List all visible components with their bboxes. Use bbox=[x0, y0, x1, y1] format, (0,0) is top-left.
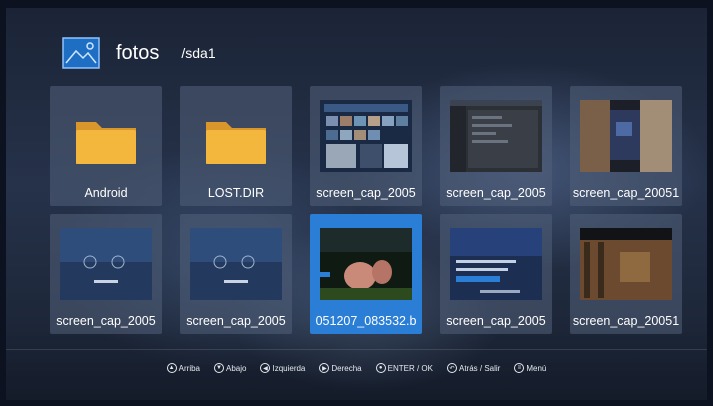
file-grid: Android LOST.DIR screen_cap_2005 screen_… bbox=[50, 86, 684, 339]
image-tile[interactable]: screen_cap_2005 bbox=[310, 86, 422, 206]
menu-icon: ≡ bbox=[514, 363, 525, 373]
photo-thumbnail bbox=[60, 228, 152, 300]
hint-label: Menú bbox=[526, 363, 547, 373]
hint-back: ↶ Atrás / Salir bbox=[446, 363, 501, 373]
photo-thumbnail bbox=[450, 100, 542, 172]
hint-down: ▼ Abajo bbox=[214, 363, 246, 373]
image-tile[interactable]: screen_cap_2005 bbox=[180, 214, 292, 334]
photo-thumbnail bbox=[580, 228, 672, 300]
tile-label: screen_cap_2005 bbox=[446, 314, 546, 328]
media-browser-screen: fotos /sda1 Android LOST.DIR screen_cap_… bbox=[6, 8, 707, 400]
hint-label: Izquierda bbox=[272, 363, 306, 373]
tile-label: Android bbox=[84, 186, 128, 200]
folder-tile-lost-dir[interactable]: LOST.DIR bbox=[180, 86, 292, 206]
image-tile[interactable]: screen_cap_2005 bbox=[50, 214, 162, 334]
hint-menu: ≡ Menú bbox=[514, 363, 546, 373]
folder-tile-android[interactable]: Android bbox=[50, 86, 162, 206]
current-path: /sda1 bbox=[181, 45, 216, 61]
hint-right: ▶ Derecha bbox=[319, 363, 362, 373]
hint-left: ◀ Izquierda bbox=[260, 363, 305, 373]
hint-label: Arriba bbox=[178, 363, 200, 373]
image-tile[interactable]: screen_cap_2005 bbox=[440, 86, 552, 206]
hint-label: Abajo bbox=[226, 363, 247, 373]
photo-thumbnail bbox=[190, 228, 282, 300]
image-tile-selected[interactable]: 051207_083532.b bbox=[310, 214, 422, 334]
tile-label: screen_cap_2005 bbox=[56, 314, 156, 328]
folder-icon bbox=[76, 122, 136, 164]
tile-label: screen_cap_20051 bbox=[572, 314, 680, 328]
right-arrow-icon: ▶ bbox=[319, 363, 330, 373]
image-tile[interactable]: screen_cap_20051 bbox=[570, 214, 682, 334]
up-arrow-icon: ▲ bbox=[166, 363, 177, 373]
image-tile[interactable]: screen_cap_2005 bbox=[440, 214, 552, 334]
folder-icon bbox=[206, 122, 266, 164]
tile-label: screen_cap_20051 bbox=[572, 186, 680, 200]
tile-label: screen_cap_2005 bbox=[316, 186, 416, 200]
photo-thumbnail bbox=[450, 228, 542, 300]
hint-label: ENTER / OK bbox=[387, 363, 433, 373]
left-arrow-icon: ◀ bbox=[260, 363, 271, 373]
tile-label: screen_cap_2005 bbox=[186, 314, 286, 328]
header: fotos /sda1 bbox=[62, 36, 216, 70]
image-icon bbox=[62, 37, 100, 69]
remote-hints-bar: ▲ Arriba ▼ Abajo ◀ Izquierda ▶ Derecha ●… bbox=[6, 360, 707, 376]
hint-label: Derecha bbox=[331, 363, 362, 373]
tile-label: screen_cap_2005 bbox=[446, 186, 546, 200]
photo-thumbnail bbox=[580, 100, 672, 172]
page-title: fotos bbox=[116, 41, 160, 64]
ok-button-icon: ● bbox=[375, 363, 386, 373]
hint-ok: ● ENTER / OK bbox=[375, 363, 433, 373]
hint-up: ▲ Arriba bbox=[166, 363, 200, 373]
hint-label: Atrás / Salir bbox=[458, 363, 501, 373]
footer-divider bbox=[6, 349, 707, 350]
down-arrow-icon: ▼ bbox=[214, 363, 224, 373]
tile-label: 051207_083532.b bbox=[315, 314, 417, 328]
image-tile[interactable]: screen_cap_20051 bbox=[570, 86, 682, 206]
photo-thumbnail bbox=[320, 100, 412, 172]
back-arrow-icon: ↶ bbox=[446, 363, 457, 373]
photo-thumbnail bbox=[320, 228, 412, 300]
tile-label: LOST.DIR bbox=[207, 186, 265, 200]
